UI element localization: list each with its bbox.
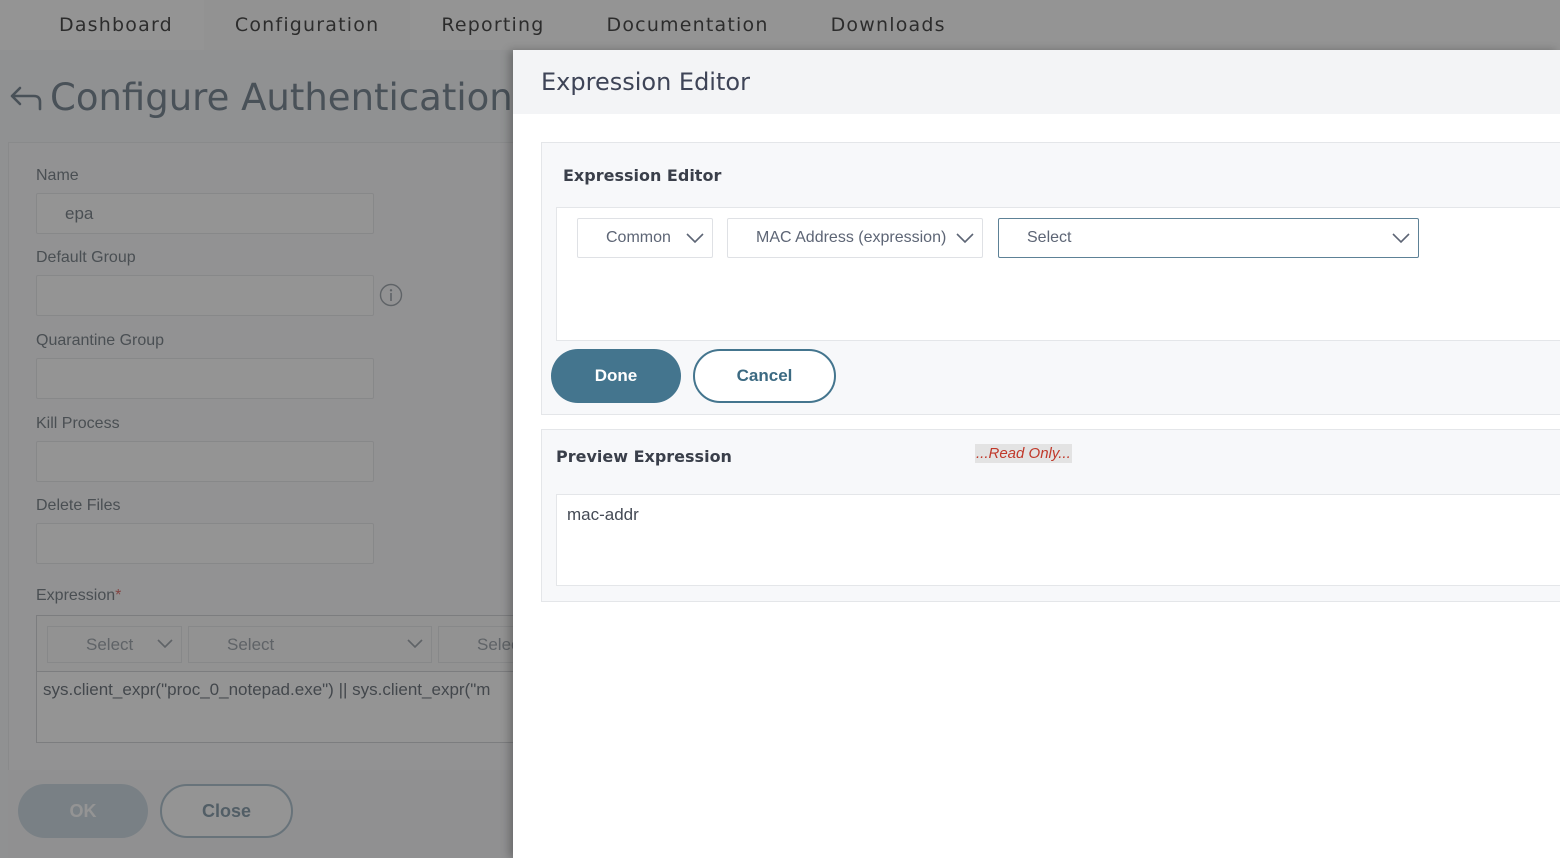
chevron-down-icon xyxy=(956,233,974,244)
expression-editor-section: Expression Editor Common MAC Address (ex… xyxy=(541,142,1560,415)
function-dropdown-value: MAC Address (expression) xyxy=(756,229,947,246)
done-button[interactable]: Done xyxy=(551,349,681,403)
preview-section-title: Preview Expression xyxy=(556,447,732,466)
cancel-button[interactable]: Cancel xyxy=(693,349,836,403)
drawer-title: Expression Editor xyxy=(541,68,750,96)
readonly-badge: ...Read Only... xyxy=(975,444,1072,463)
chevron-down-icon xyxy=(686,233,704,244)
expression-editor-drawer: Expression Editor Expression Editor Comm… xyxy=(513,50,1560,858)
operator-dropdown[interactable]: Select xyxy=(998,218,1419,258)
editor-dropdown-area: Common MAC Address (expression) Select xyxy=(556,207,1560,341)
category-dropdown[interactable]: Common xyxy=(577,218,713,258)
function-dropdown[interactable]: MAC Address (expression) xyxy=(727,218,983,258)
category-dropdown-value: Common xyxy=(606,229,671,246)
chevron-down-icon xyxy=(1392,233,1410,244)
preview-expression-section: Preview Expression ...Read Only... mac-a… xyxy=(541,429,1560,602)
drawer-header: Expression Editor xyxy=(513,50,1560,114)
preview-expression-textarea: mac-addr xyxy=(556,494,1560,586)
operator-dropdown-value: Select xyxy=(1027,229,1072,246)
editor-section-title: Expression Editor xyxy=(563,166,722,185)
